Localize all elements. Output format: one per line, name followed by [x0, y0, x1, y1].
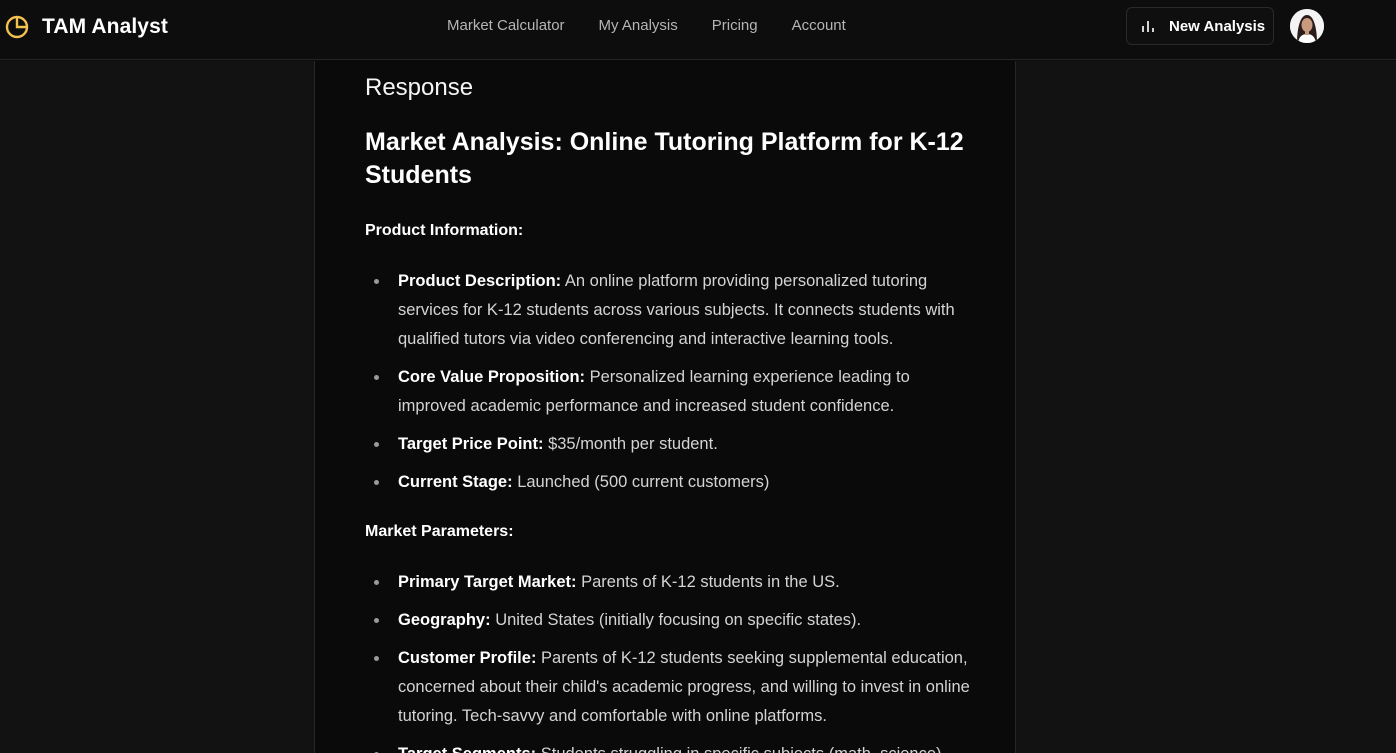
left-gutter [0, 61, 314, 753]
item-key: Customer Profile: [398, 649, 537, 667]
item-key: Product Description: [398, 272, 562, 290]
list-item: Core Value Proposition: Personalized lea… [365, 363, 975, 421]
item-value: United States (initially focusing on spe… [495, 611, 862, 629]
item-key: Geography: [398, 611, 491, 629]
item-key: Target Segments: [398, 745, 536, 753]
list-item: Target Price Point: $35/month per studen… [365, 430, 975, 459]
list-item: Current Stage: Launched (500 current cus… [365, 468, 975, 497]
brand[interactable]: TAM Analyst [4, 12, 168, 42]
list-item: Customer Profile: Parents of K-12 studen… [365, 644, 975, 731]
pie-chart-icon [5, 15, 29, 39]
user-avatar[interactable] [1290, 9, 1324, 43]
list-item: Product Description: An online platform … [365, 267, 975, 354]
app-name: TAM Analyst [42, 15, 168, 38]
list-item: Geography: United States (initially focu… [365, 606, 975, 635]
item-key: Primary Target Market: [398, 573, 577, 591]
main-nav: Market Calculator My Analysis Pricing Ac… [447, 17, 846, 35]
avatar-image [1290, 9, 1324, 43]
response-heading: Response [365, 74, 474, 101]
section-heading-product-information: Product Information: [365, 222, 524, 239]
item-value: $35/month per student. [548, 435, 718, 453]
item-key: Target Price Point: [398, 435, 544, 453]
nav-my-analysis[interactable]: My Analysis [599, 17, 678, 35]
right-gutter [1016, 61, 1396, 753]
list-item: Target Segments: Students struggling in … [365, 740, 975, 753]
bar-chart-icon [1142, 21, 1154, 32]
market-parameters-list: Primary Target Market: Parents of K-12 s… [365, 568, 975, 753]
top-navigation-bar: TAM Analyst Market Calculator My Analysi… [0, 0, 1396, 60]
nav-account[interactable]: Account [792, 17, 846, 35]
item-value: Students struggling in specific subjects… [541, 745, 942, 753]
new-analysis-label: New Analysis [1169, 17, 1266, 35]
product-information-list: Product Description: An online platform … [365, 267, 975, 506]
analysis-title: Market Analysis: Online Tutoring Platfor… [365, 128, 964, 189]
new-analysis-button[interactable]: New Analysis [1126, 7, 1274, 45]
item-value: Parents of K-12 students in the US. [581, 573, 840, 591]
nav-market-calculator[interactable]: Market Calculator [447, 17, 565, 35]
item-value: Launched (500 current customers) [517, 473, 770, 491]
item-key: Current Stage: [398, 473, 513, 491]
item-key: Core Value Proposition: [398, 368, 586, 386]
section-heading-market-parameters: Market Parameters: [365, 523, 514, 540]
list-item: Primary Target Market: Parents of K-12 s… [365, 568, 975, 597]
nav-pricing[interactable]: Pricing [712, 17, 758, 35]
response-panel[interactable]: Response Market Analysis: Online Tutorin… [314, 61, 1016, 753]
